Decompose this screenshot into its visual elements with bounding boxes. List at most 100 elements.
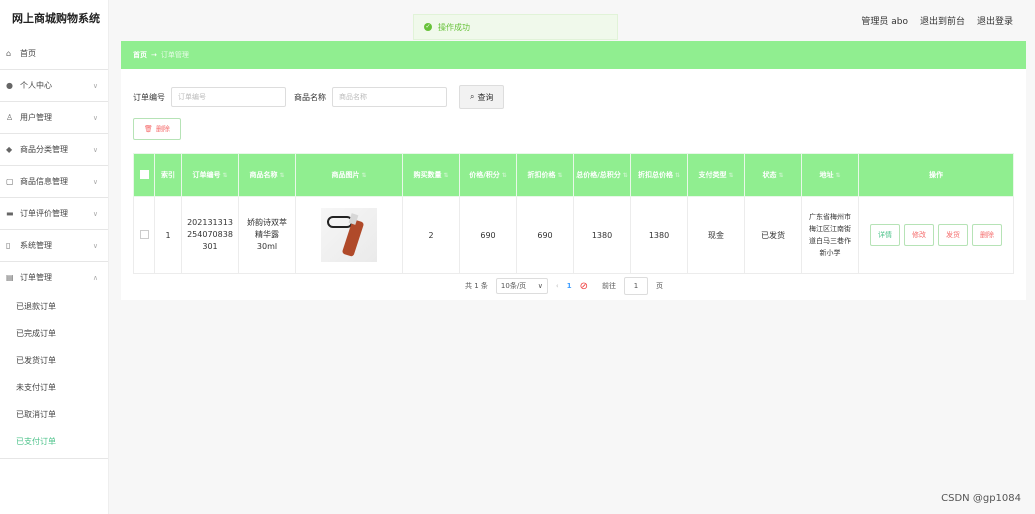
product-name-label: 商品名称 [294,92,326,102]
trash-icon: 🗑 [144,125,153,133]
chevron-down-icon: ∨ [92,81,98,90]
box-icon: ▢ [6,177,14,186]
batch-delete-label: 删除 [155,125,170,133]
pagination: 共 1 条 10条/页 ∨ ‹ 1 ⊘ 前往 1 页 [465,277,663,295]
product-image [321,208,377,262]
chevron-down-icon: ∨ [92,241,98,250]
orders-submenu: 已退款订单 已完成订单 已发货订单 未支付订单 已取消订单 已支付订单 [0,293,108,459]
sidebar-item-product[interactable]: ▢ 商品信息管理 ∨ [0,166,108,198]
checkbox-icon [139,169,149,179]
col-status[interactable]: 状态 ⇅ [744,153,802,197]
col-discount-price[interactable]: 折扣价格 ⇅ [516,153,574,197]
cell-qty: 2 [402,196,460,274]
settings-icon: ▯ [6,241,11,250]
check-icon: ✓ [424,23,432,31]
sidebar-item-system[interactable]: ▯ 系统管理 ∨ [0,230,108,262]
sort-icon: ⇅ [674,172,681,179]
sort-icon: ⇅ [835,172,841,179]
sidebar-item-label: 个人中心 [20,81,52,90]
breadcrumb-arrow: → [151,51,157,59]
watermark: CSDN @gp1084 [941,493,1021,504]
select-all-checkbox[interactable] [133,153,155,197]
sidebar-item-label: 订单管理 [20,273,52,282]
toast-message: 操作成功 [438,22,470,32]
search-bar: 订单编号 订单编号 商品名称 商品名称 ⌕ 查询 [133,85,505,109]
chevron-down-icon: ∨ [537,282,543,290]
col-index: 索引 [154,153,182,197]
order-no-label: 订单编号 [133,92,165,102]
sidebar-item-label: 订单评价管理 [20,209,68,218]
chevron-up-icon: ∧ [92,273,98,282]
cell-index: 1 [154,196,182,274]
col-qty[interactable]: 购买数量 ⇅ [402,153,460,197]
prev-page-icon[interactable]: ‹ [556,282,559,290]
cell-pay-type: 现金 [687,196,745,274]
ship-button[interactable]: 发货 [938,224,968,246]
breadcrumb-current: 订单管理 [160,51,189,59]
exit-to-front-link[interactable]: 退出到前台 [920,14,965,27]
sidebar-item-users[interactable]: ♙ 用户管理 ∨ [0,102,108,134]
order-no-input[interactable]: 订单编号 [171,87,286,107]
row-checkbox[interactable] [133,196,155,274]
cell-discount-price: 690 [516,196,574,274]
cell-actions: 详情 修改 发货 删除 [858,196,1014,274]
sidebar-item-home[interactable]: ⌂ 首页 [0,38,108,70]
header-links: 管理员 abo 退出到前台 退出登录 [861,14,1013,27]
col-product[interactable]: 商品名称 ⇅ [238,153,296,197]
table-row: 1 202131313254070838301 娇韵诗双萃精华露30ml 2 6… [133,196,1014,274]
success-toast: ✓ 操作成功 [413,14,618,40]
breadcrumb: 首页 → 订单管理 [121,41,1026,69]
sidebar-subitem-cancelled[interactable]: 已取消订单 [0,401,108,428]
sidebar-subitem-paid[interactable]: 已支付订单 [0,428,108,455]
chevron-down-icon: ∨ [92,113,98,122]
sort-icon: ⇅ [501,172,507,179]
sidebar-item-review[interactable]: ▬ 订单评价管理 ∨ [0,198,108,230]
sidebar-item-category[interactable]: ◆ 商品分类管理 ∨ [0,134,108,166]
page-number[interactable]: 1 [567,282,572,290]
sort-icon: ⇅ [622,172,628,179]
next-disabled-icon[interactable]: ⊘ [580,281,588,292]
batch-delete-button[interactable]: 🗑 删除 [133,118,181,140]
sidebar-item-label: 用户管理 [20,113,52,122]
sort-icon: ⇅ [361,172,367,179]
sidebar-item-label: 商品信息管理 [20,177,68,186]
col-address[interactable]: 地址 ⇅ [801,153,859,197]
col-total[interactable]: 总价格/总积分 ⇅ [573,153,631,197]
chevron-down-icon: ∨ [92,177,98,186]
col-actions: 操作 [858,153,1014,197]
col-discount-total[interactable]: 折扣总价格 ⇅ [630,153,688,197]
cell-image [295,196,403,274]
col-pay-type[interactable]: 支付类型 ⇅ [687,153,745,197]
logout-link[interactable]: 退出登录 [977,14,1013,27]
comment-icon: ▬ [6,209,14,218]
sidebar-item-label: 首页 [20,49,36,58]
cell-address: 广东省梅州市梅江区江南街道白马三巷作新小学 [801,196,859,274]
pager-total: 共 1 条 [465,282,488,290]
breadcrumb-home[interactable]: 首页 [133,50,147,60]
col-price[interactable]: 价格/积分 ⇅ [459,153,517,197]
sidebar-subitem-shipped[interactable]: 已发货订单 [0,347,108,374]
main-panel: 首页 → 订单管理 订单编号 订单编号 商品名称 商品名称 ⌕ 查询 🗑 删除 索引… [121,41,1026,300]
query-button[interactable]: ⌕ 查询 [459,85,505,109]
product-name-input[interactable]: 商品名称 [332,87,447,107]
edit-button[interactable]: 修改 [904,224,934,246]
page-size-select[interactable]: 10条/页 ∨ [495,278,548,294]
cell-discount-total: 1380 [630,196,688,274]
goto-page-input[interactable]: 1 [623,277,648,295]
query-button-label: 查询 [477,92,494,102]
sidebar-item-profile[interactable]: ● 个人中心 ∨ [0,70,108,102]
sidebar-subitem-completed[interactable]: 已完成订单 [0,320,108,347]
sort-icon: ⇅ [557,172,563,179]
cell-total: 1380 [573,196,631,274]
sidebar-subitem-unpaid[interactable]: 未支付订单 [0,374,108,401]
delete-button[interactable]: 删除 [972,224,1002,246]
detail-button[interactable]: 详情 [870,224,900,246]
home-icon: ⌂ [6,49,12,58]
col-order-no[interactable]: 订单编号 ⇅ [181,153,239,197]
sidebar-subitem-refunded[interactable]: 已退款订单 [0,293,108,320]
chevron-down-icon: ∨ [92,209,98,218]
col-image[interactable]: 商品图片 ⇅ [295,153,403,197]
sidebar-item-orders[interactable]: ▤ 订单管理 ∧ [0,262,108,293]
users-icon: ♙ [6,113,14,122]
sidebar: 网上商城购物系统 ⌂ 首页 ● 个人中心 ∨ ♙ 用户管理 ∨ ◆ 商品分类管理 ∨ ▢ 商品信… [0,0,109,514]
